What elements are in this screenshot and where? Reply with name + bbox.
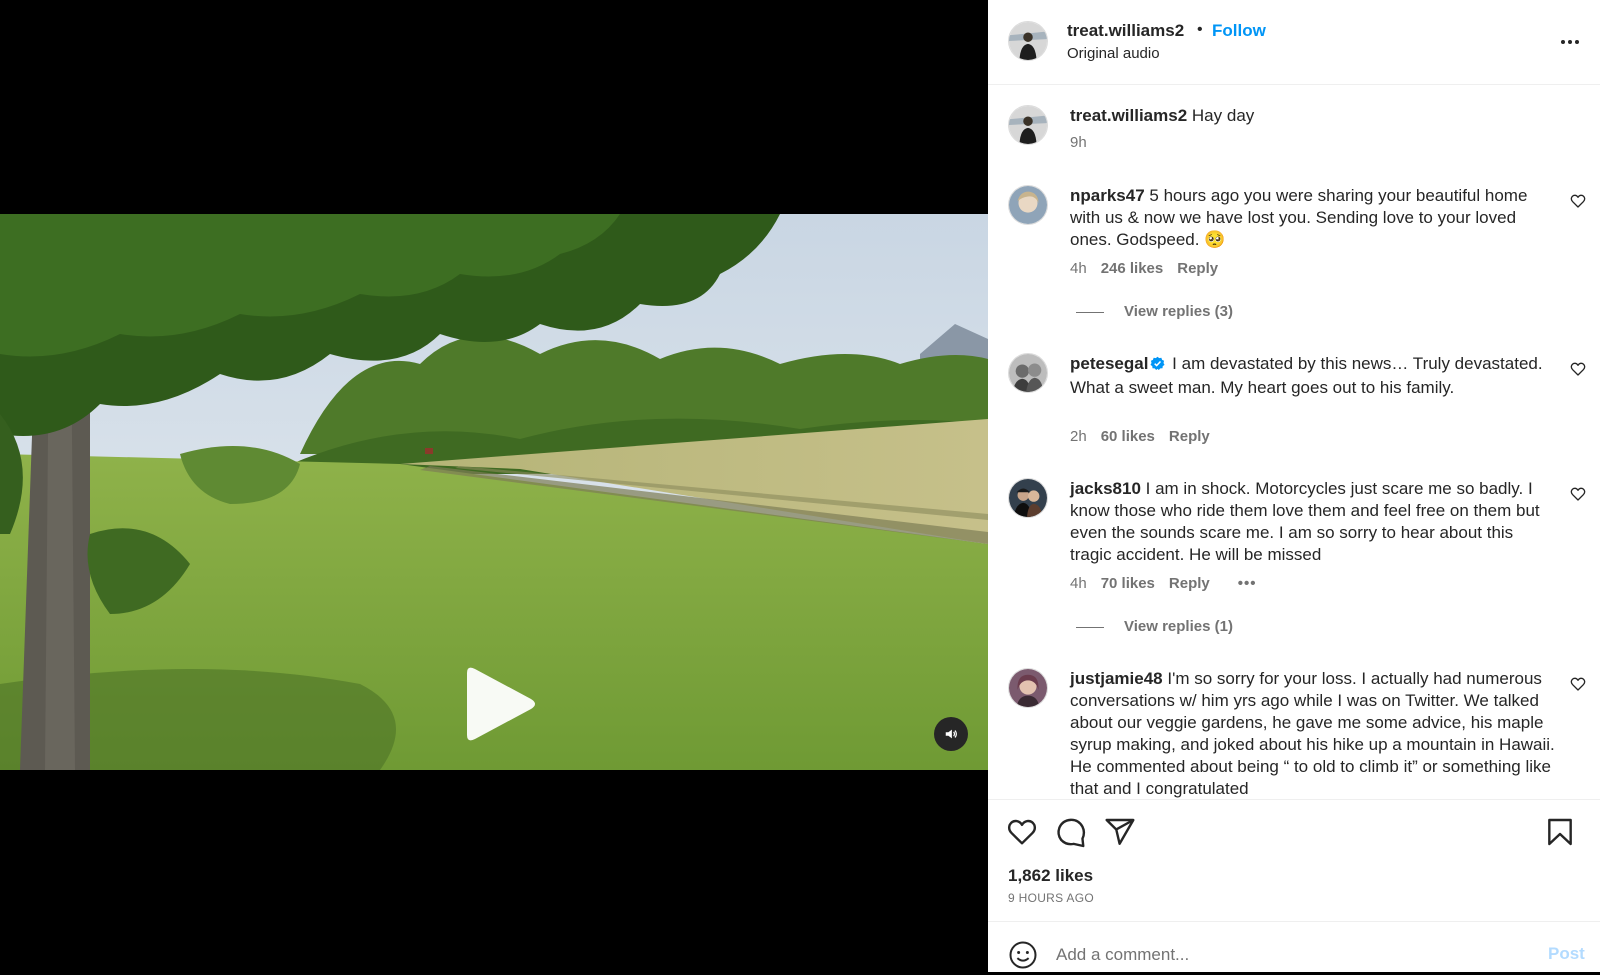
- verified-badge-icon: [1150, 355, 1165, 377]
- comment-text: justjamie48 I'm so sorry for your loss. …: [1070, 668, 1556, 799]
- comment-username[interactable]: justjamie48: [1070, 669, 1163, 688]
- view-replies-button[interactable]: View replies (3): [1076, 303, 1233, 320]
- add-comment-input[interactable]: [1056, 940, 1526, 970]
- view-replies-label: View replies (1): [1124, 618, 1233, 635]
- heart-icon[interactable]: [1006, 816, 1038, 848]
- comment-text: jacks810 I am in shock. Motorcycles just…: [1070, 478, 1556, 566]
- comment-username[interactable]: nparks47: [1070, 186, 1145, 205]
- comment-likes[interactable]: 60 likes: [1101, 428, 1155, 445]
- more-horizontal-icon[interactable]: [1558, 30, 1582, 54]
- comment-meta: 2h 60 likes Reply: [1070, 428, 1224, 445]
- comment-content: I am in shock. Motorcycles just scare me…: [1070, 479, 1540, 564]
- avatar[interactable]: [1008, 185, 1048, 225]
- comment-content: I'm so sorry for your loss. I actually h…: [1070, 669, 1555, 798]
- comment-username[interactable]: jacks810: [1070, 479, 1141, 498]
- share-icon[interactable]: [1104, 816, 1136, 848]
- reply-button[interactable]: Reply: [1169, 428, 1210, 445]
- caption-text: treat.williams2 Hay day: [1070, 105, 1556, 127]
- comment-time[interactable]: 4h: [1070, 260, 1087, 277]
- heart-icon[interactable]: [1570, 486, 1586, 502]
- comment-meta: 9h: [1070, 134, 1101, 151]
- comment-icon[interactable]: [1055, 816, 1087, 848]
- comment-divider: [988, 921, 1600, 922]
- comment-meta: 4h 246 likes Reply: [1070, 260, 1232, 277]
- comment-username[interactable]: treat.williams2: [1070, 106, 1187, 125]
- likes-count[interactable]: 1,862 likes: [1008, 866, 1093, 886]
- actions-divider: [988, 799, 1600, 800]
- post-header: treat.williams2 • Follow Original audio: [988, 0, 1600, 85]
- heart-icon[interactable]: [1570, 193, 1586, 209]
- comment-time[interactable]: 4h: [1070, 575, 1087, 592]
- sound-icon[interactable]: [934, 717, 968, 751]
- avatar[interactable]: [1008, 21, 1048, 61]
- avatar[interactable]: [1008, 668, 1048, 708]
- emoji-icon[interactable]: [1008, 940, 1038, 970]
- comment-text: nparks47 5 hours ago you were sharing yo…: [1070, 185, 1556, 251]
- comment-text: petesegal I am devastated by this news… …: [1070, 353, 1556, 399]
- comments-list[interactable]: treat.williams2 Hay day 9h nparks47 5 ho…: [988, 85, 1600, 799]
- view-replies-label: View replies (3): [1124, 303, 1233, 320]
- post-button[interactable]: Post: [1548, 944, 1585, 964]
- follow-button[interactable]: Follow: [1212, 21, 1266, 41]
- media-viewer: [0, 0, 988, 972]
- comment-likes[interactable]: 70 likes: [1101, 575, 1155, 592]
- audio-link[interactable]: Original audio: [1067, 45, 1160, 62]
- reply-button[interactable]: Reply: [1177, 260, 1218, 277]
- post-panel: treat.williams2 • Follow Original audio …: [988, 0, 1600, 972]
- avatar[interactable]: [1008, 478, 1048, 518]
- post-timestamp[interactable]: 9 HOURS AGO: [1008, 891, 1094, 905]
- comment-meta: 4h 70 likes Reply •••: [1070, 575, 1271, 592]
- reply-button[interactable]: Reply: [1169, 575, 1210, 592]
- post-author-username[interactable]: treat.williams2: [1067, 21, 1184, 41]
- video-player[interactable]: [0, 214, 988, 770]
- replies-divider: [1076, 311, 1104, 313]
- comment-likes[interactable]: 246 likes: [1101, 260, 1164, 277]
- comment-more-button[interactable]: •••: [1238, 575, 1257, 592]
- play-icon[interactable]: [459, 663, 539, 745]
- heart-icon[interactable]: [1570, 676, 1586, 692]
- heart-icon[interactable]: [1570, 361, 1586, 377]
- comment-time[interactable]: 9h: [1070, 134, 1087, 151]
- avatar[interactable]: [1008, 353, 1048, 393]
- comment-username[interactable]: petesegal: [1070, 354, 1148, 373]
- avatar[interactable]: [1008, 105, 1048, 145]
- replies-divider: [1076, 626, 1104, 628]
- view-replies-button[interactable]: View replies (1): [1076, 618, 1233, 635]
- bookmark-icon[interactable]: [1544, 816, 1576, 848]
- separator-dot: •: [1197, 21, 1203, 38]
- comment-time[interactable]: 2h: [1070, 428, 1087, 445]
- caption-content: Hay day: [1191, 106, 1255, 125]
